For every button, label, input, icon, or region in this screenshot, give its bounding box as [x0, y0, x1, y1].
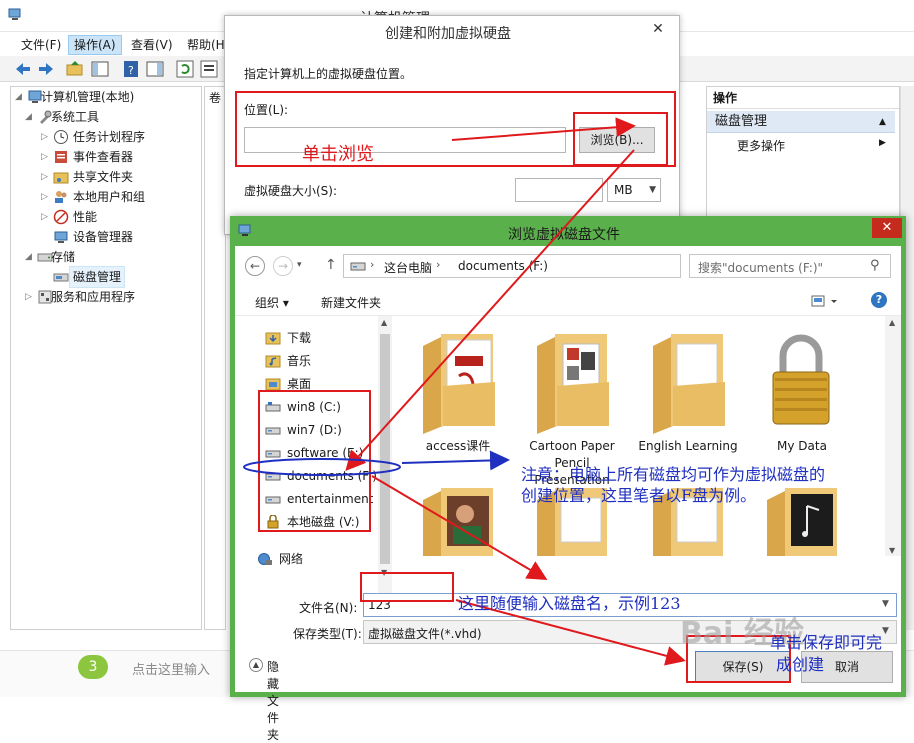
annotation-save-line2: 成创建 — [776, 655, 825, 674]
annotation-note-line2: 创建位置，这里笔者以F盘为例。 — [521, 486, 757, 505]
annotation-name-hint: 这里随便输入磁盘名，示例123 — [458, 594, 681, 613]
annotation-note-line1: 注意：电脑上所有磁盘均可作为虚拟磁盘的 — [521, 465, 826, 484]
arrow-to-drive-f — [345, 149, 635, 471]
highlight-ellipse-drive-f — [243, 458, 401, 476]
arrow-to-note — [401, 450, 510, 471]
annotation-click-browse: 单击浏览 — [302, 144, 374, 165]
annotation-arrows — [243, 117, 686, 666]
arrow-to-browse — [451, 117, 636, 141]
annotation-save-hint: 单击保存即可完 成创建 — [770, 632, 882, 676]
arrow-to-filename — [371, 475, 548, 581]
annotation-save-line1: 单击保存即可完 — [770, 633, 883, 652]
annotation-note: 注意：电脑上所有磁盘均可作为虚拟磁盘的 创建位置，这里笔者以F盘为例。 — [521, 464, 825, 506]
